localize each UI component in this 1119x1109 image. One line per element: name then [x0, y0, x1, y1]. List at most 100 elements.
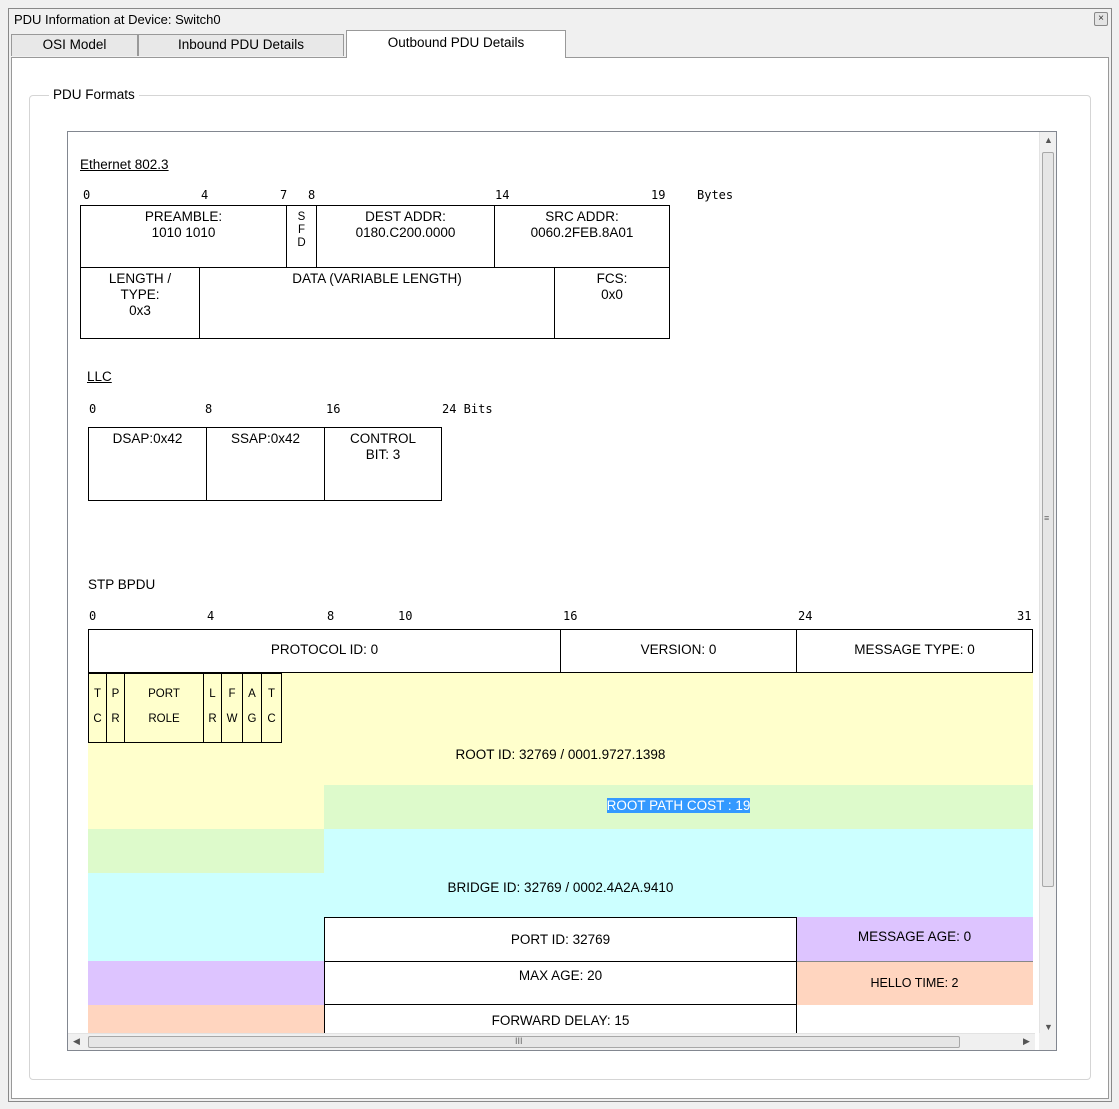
preamble-label: PREAMBLE:	[144, 209, 223, 224]
protocol-id-value: PROTOCOL ID: 0	[270, 642, 379, 657]
flag-fw-bottom: W	[226, 713, 238, 725]
eth-ruler-4: 4	[201, 188, 209, 202]
eth-ruler-14: 14	[495, 188, 510, 202]
scroll-down-icon[interactable]: ▼	[1040, 1022, 1056, 1032]
src-addr-field: SRC ADDR: 0060.2FEB.8A01	[494, 205, 670, 268]
forward-delay-field: FORWARD DELAY: 15	[324, 1004, 797, 1035]
sfd-d: D	[297, 237, 306, 249]
flag-pr-bottom: R	[111, 713, 120, 725]
message-type-field: MESSAGE TYPE: 0	[796, 629, 1033, 673]
title-bar: PDU Information at Device: Switch0 ×	[9, 9, 1111, 31]
scroll-corner	[1039, 1033, 1056, 1050]
horizontal-scroll-thumb[interactable]: III	[88, 1036, 960, 1048]
horizontal-scrollbar[interactable]: ◀ III ▶	[68, 1033, 1035, 1050]
length-type-field: LENGTH / TYPE: 0x3	[80, 267, 200, 339]
flag-tc-2: TC	[261, 673, 282, 743]
flag-tc-bottom: C	[93, 713, 102, 725]
horizontal-grip-icon: III	[515, 1036, 523, 1046]
flag-port-role-bottom: ROLE	[148, 713, 180, 725]
stp-ruler-16: 16	[563, 609, 578, 623]
scroll-up-icon[interactable]: ▲	[1040, 135, 1056, 145]
flag-pr: PR	[106, 673, 125, 743]
hello-time-value: HELLO TIME: 2	[870, 976, 959, 990]
message-age-value: MESSAGE AGE: 0	[857, 929, 972, 944]
flag-tc: TC	[88, 673, 107, 743]
flag-tc-top: T	[93, 688, 102, 700]
window-title: PDU Information at Device: Switch0	[14, 12, 221, 27]
flag-fw-top: F	[228, 688, 236, 700]
port-id-field: PORT ID: 32769	[324, 917, 797, 962]
preamble-value: 1010 1010	[151, 225, 216, 240]
vertical-scroll-thumb[interactable]: ≡	[1042, 152, 1054, 887]
forward-delay-value: FORWARD DELAY: 15	[491, 1013, 630, 1028]
length-label: LENGTH /	[108, 271, 172, 286]
control-value: BIT: 3	[365, 447, 401, 462]
flag-ag-top: A	[248, 688, 256, 700]
stp-ruler-8: 8	[327, 609, 335, 623]
tab-outbound-pdu-details[interactable]: Outbound PDU Details	[346, 30, 566, 58]
sfd-s: S	[297, 211, 306, 223]
fcs-field: FCS: 0x0	[554, 267, 670, 339]
stp-ruler-0: 0	[89, 609, 97, 623]
control-field: CONTROL BIT: 3	[324, 427, 442, 501]
flag-lr-top: L	[209, 688, 216, 700]
sfd-field: S F D	[286, 205, 317, 268]
fcs-value: 0x0	[601, 287, 623, 302]
dest-addr-field: DEST ADDR: 0180.C200.0000	[316, 205, 495, 268]
dsap-field: DSAP:0x42	[88, 427, 207, 501]
root-path-cost-field: ROOT PATH COST : 19	[324, 798, 1033, 813]
tab-bar: OSI Model Inbound PDU Details Outbound P…	[11, 30, 1111, 58]
port-id-value: PORT ID: 32769	[510, 932, 611, 947]
bridge-id-value: BRIDGE ID: 32769 / 0002.4A2A.9410	[447, 880, 674, 895]
vertical-grip-icon: ≡	[1044, 513, 1050, 523]
fcs-label: FCS:	[596, 271, 628, 286]
eth-ruler-19: 19	[651, 188, 666, 202]
ssap-field: SSAP:0x42	[206, 427, 325, 501]
flag-pr-top: P	[111, 688, 120, 700]
flag-tc2-top: T	[267, 688, 276, 700]
ssap-value: SSAP:0x42	[230, 431, 301, 446]
data-label: DATA (VARIABLE LENGTH)	[292, 271, 462, 286]
llc-ruler-0: 0	[89, 402, 97, 416]
src-addr-label: SRC ADDR:	[545, 209, 619, 224]
llc-ruler-8: 8	[205, 402, 213, 416]
pdu-content: Ethernet 802.3 0 4 7 8 14 19 Bytes PREAM…	[68, 132, 1035, 1035]
flag-lr-bottom: R	[208, 713, 217, 725]
version-value: VERSION: 0	[640, 642, 717, 657]
root-id-band-tail	[88, 785, 324, 829]
flag-tc2-bottom: C	[267, 713, 276, 725]
tab-osi-model[interactable]: OSI Model	[11, 34, 138, 56]
eth-ruler-unit: Bytes	[697, 188, 734, 202]
eth-ruler-7: 7	[280, 188, 288, 202]
control-label: CONTROL	[349, 431, 416, 446]
message-age-band-tail	[88, 961, 324, 1005]
stp-ruler-24: 24	[798, 609, 813, 623]
flag-ag-bottom: G	[247, 713, 257, 725]
scroll-left-icon[interactable]: ◀	[68, 1036, 85, 1047]
pdu-scroll-pane: Ethernet 802.3 0 4 7 8 14 19 Bytes PREAM…	[67, 131, 1057, 1051]
flag-port-role-top: PORT	[148, 688, 180, 700]
sfd-f: F	[297, 224, 306, 236]
flag-fw: FW	[221, 673, 243, 743]
flag-ag: AG	[242, 673, 262, 743]
tab-inbound-pdu-details[interactable]: Inbound PDU Details	[138, 34, 344, 56]
root-path-cost-band-tail	[88, 829, 324, 873]
message-type-value: MESSAGE TYPE: 0	[854, 642, 975, 657]
root-id-value: ROOT ID: 32769 / 0001.9727.1398	[455, 747, 666, 762]
version-field: VERSION: 0	[560, 629, 797, 673]
root-path-cost-value[interactable]: ROOT PATH COST : 19	[606, 798, 751, 813]
stp-ruler-31: 31	[1017, 609, 1032, 623]
scroll-right-icon[interactable]: ▶	[1018, 1036, 1035, 1047]
llc-ruler-16: 16	[326, 402, 341, 416]
llc-ruler-24: 24 Bits	[442, 402, 493, 416]
max-age-field: MAX AGE: 20	[324, 961, 797, 1005]
dsap-value: DSAP:0x42	[112, 431, 183, 446]
eth-ruler-8: 8	[308, 188, 316, 202]
vertical-scrollbar[interactable]: ▲ ≡ ▼	[1039, 132, 1056, 1035]
stp-ruler-4: 4	[207, 609, 215, 623]
ethernet-title: Ethernet 802.3	[80, 157, 169, 172]
dest-addr-value: 0180.C200.0000	[355, 225, 456, 240]
stp-ruler-10: 10	[398, 609, 413, 623]
close-button[interactable]: ×	[1094, 12, 1108, 26]
dest-addr-label: DEST ADDR:	[365, 209, 446, 224]
